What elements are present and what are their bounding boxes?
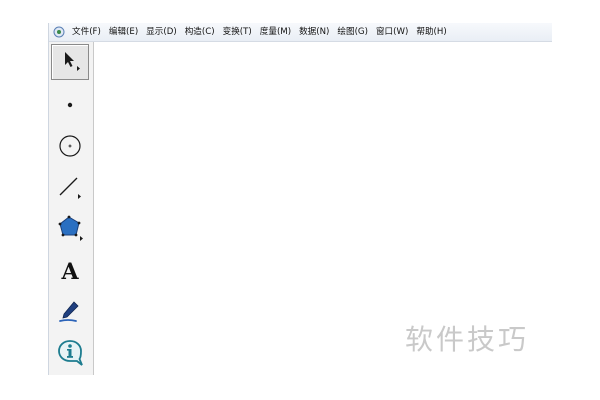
info-icon	[55, 337, 85, 371]
menu-construct[interactable]: 构造(C)	[181, 23, 219, 42]
menu-display[interactable]: 显示(D)	[142, 23, 181, 42]
marker-tool[interactable]	[51, 295, 89, 331]
watermark-text: 软件技巧	[405, 323, 530, 356]
menu-graph[interactable]: 绘图(G)	[333, 23, 372, 42]
menu-file[interactable]: 文件(F)	[68, 23, 105, 42]
sketchpad-app-icon[interactable]	[53, 26, 65, 38]
menu-bar: 文件(F) 编辑(E) 显示(D) 构造(C) 变换(T) 度量(M) 数据(N…	[49, 23, 552, 42]
selection-arrow-tool[interactable]	[51, 44, 89, 80]
menu-window[interactable]: 窗口(W)	[372, 23, 412, 42]
compass-tool[interactable]	[51, 130, 89, 166]
menu-data[interactable]: 数据(N)	[295, 23, 333, 42]
menu-transform[interactable]: 变换(T)	[219, 23, 256, 42]
polygon-icon	[55, 213, 85, 247]
information-tool[interactable]	[51, 336, 89, 372]
text-tool[interactable]: A	[51, 254, 89, 290]
polygon-tool[interactable]	[51, 212, 89, 248]
line-icon	[56, 173, 84, 205]
straightedge-tool[interactable]	[51, 171, 89, 207]
text-icon: A	[61, 259, 79, 285]
arrow-icon	[57, 47, 83, 77]
toolbox: A	[49, 42, 94, 375]
menu-items: 文件(F) 编辑(E) 显示(D) 构造(C) 变换(T) 度量(M) 数据(N…	[68, 23, 451, 41]
menu-edit[interactable]: 编辑(E)	[105, 23, 142, 42]
circle-icon	[56, 132, 84, 164]
menu-help[interactable]: 帮助(H)	[412, 23, 450, 42]
marker-pen-icon	[56, 297, 84, 329]
point-tool[interactable]	[51, 89, 89, 125]
point-icon	[57, 92, 83, 122]
menu-measure[interactable]: 度量(M)	[256, 23, 295, 42]
